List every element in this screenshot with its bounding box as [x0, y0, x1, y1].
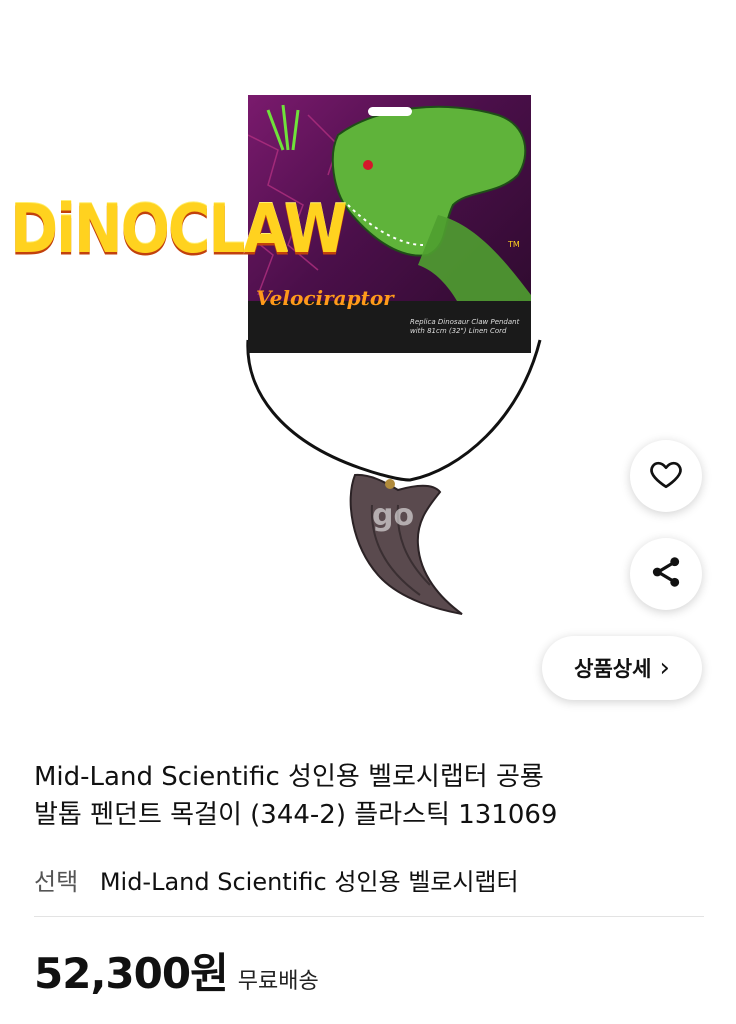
- option-value: Mid-Land Scientific 성인용 벨로시랩터: [99, 868, 519, 896]
- product-title-line-1: Mid-Land Scientific 성인용 벨로시랩터 공룡: [34, 762, 544, 792]
- heart-icon: [648, 456, 684, 496]
- card-description: Replica Dinosaur Claw Pendant with 81cm …: [410, 318, 520, 335]
- option-label: 선택: [34, 868, 79, 896]
- hang-hole: [368, 107, 412, 116]
- card-brand-logo: DiNOCLAW: [10, 189, 348, 269]
- product-title-line-2: 발톱 펜던트 목걸이 (344-2) 플라스틱 131069: [34, 800, 558, 830]
- option-row[interactable]: 선택 Mid-Land Scientific 성인용 벨로시랩터: [34, 862, 704, 897]
- product-image[interactable]: DiNOCLAW TM Velociraptor Replica Dinosau…: [0, 0, 736, 730]
- divider: [34, 916, 704, 917]
- price-row: 52,300원 무료배송: [34, 940, 319, 1001]
- share-button[interactable]: [630, 538, 702, 610]
- like-button[interactable]: [630, 440, 702, 512]
- watermark: go: [372, 498, 415, 533]
- card-subtitle: Velociraptor: [256, 286, 394, 310]
- price: 52,300원: [34, 949, 229, 998]
- shipping-badge: 무료배송: [237, 969, 319, 994]
- share-icon: [647, 553, 685, 595]
- product-detail-button[interactable]: 상품상세 ›: [542, 636, 702, 700]
- chevron-right-icon: ›: [659, 653, 670, 683]
- product-title: Mid-Land Scientific 성인용 벨로시랩터 공룡 발톱 펜던트 …: [34, 758, 704, 834]
- trademark-mark: TM: [508, 240, 520, 249]
- detail-button-label: 상품상세: [574, 657, 652, 681]
